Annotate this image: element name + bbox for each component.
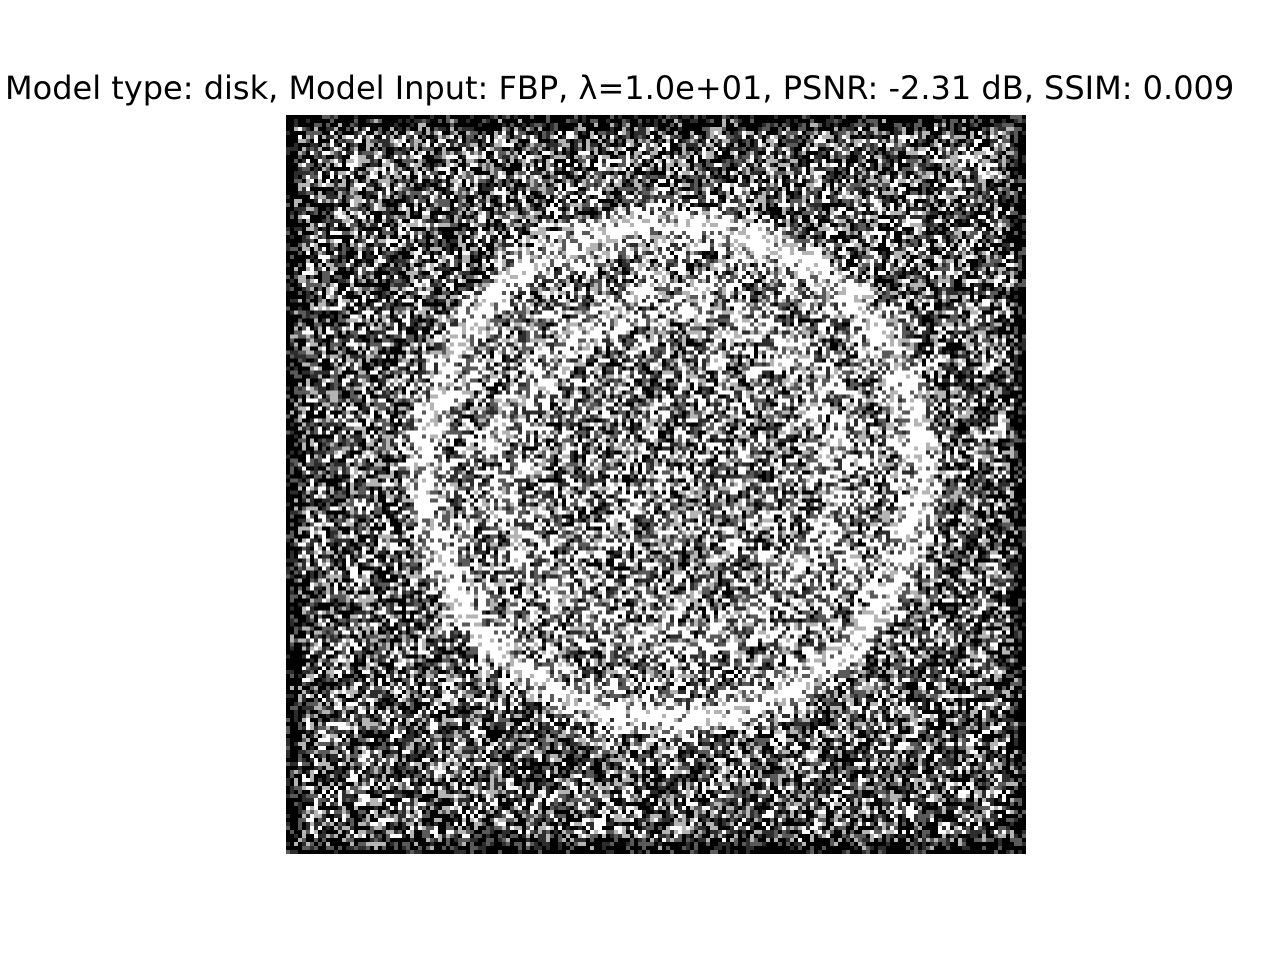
noise-canvas — [286, 115, 1026, 854]
reconstruction-image — [286, 115, 1026, 854]
figure-title: Model type: disk, Model Input: FBP, λ=1.… — [5, 69, 1235, 107]
figure: Model type: disk, Model Input: FBP, λ=1.… — [0, 0, 1280, 960]
